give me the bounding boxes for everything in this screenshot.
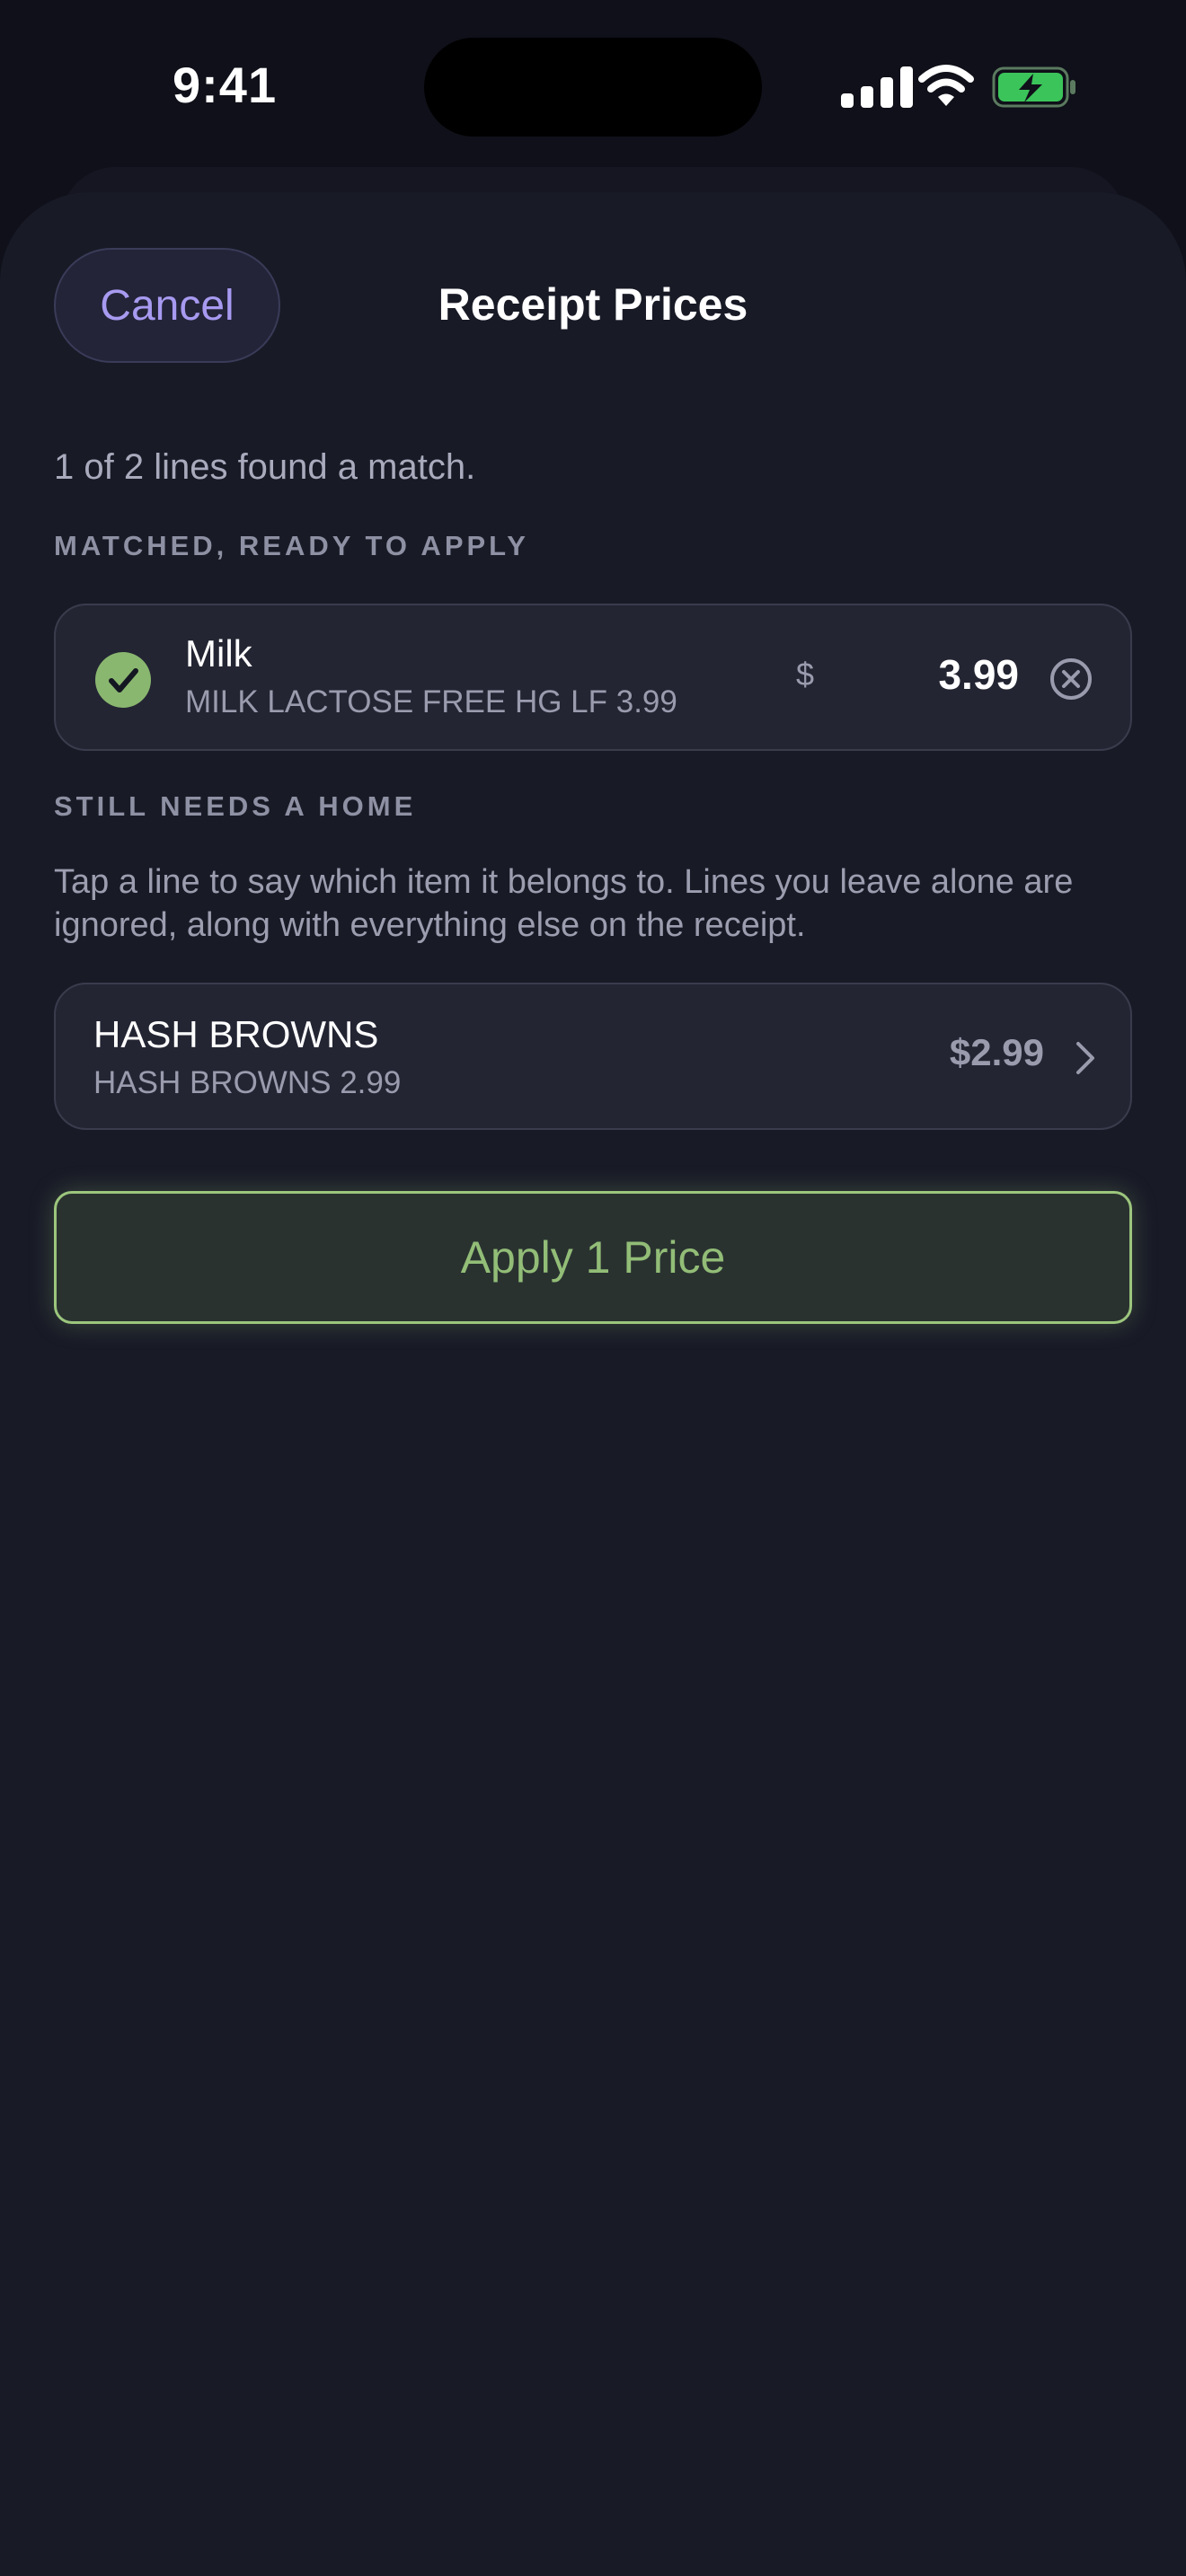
apply-price-button[interactable]: Apply 1 Price <box>54 1191 1132 1324</box>
sheet-title: Receipt Prices <box>438 279 748 330</box>
xmark-circle-icon[interactable] <box>1048 656 1094 702</box>
unmatched-help-text: Tap a line to say which item it belongs … <box>54 863 1074 944</box>
unmatched-item-price: $2.99 <box>949 1031 1044 1073</box>
matched-section-header: MATCHED, READY TO APPLY <box>54 530 529 561</box>
matched-item-row[interactable]: Milk MILK LACTOSE FREE HG LF 3.99 $ 3.99 <box>54 604 1132 751</box>
unmatched-item-row[interactable]: HASH BROWNS HASH BROWNS 2.99 $2.99 <box>54 983 1132 1130</box>
unmatched-item-name: HASH BROWNS <box>93 1013 379 1055</box>
matched-price-field[interactable]: 3.99 <box>938 650 1019 699</box>
status-time: 9:41 <box>173 57 278 113</box>
unmatched-receipt-line: HASH BROWNS 2.99 <box>93 1065 402 1100</box>
chevron-right-icon <box>1076 1042 1094 1074</box>
receipt-prices-sheet: Cancel Receipt Prices 1 of 2 lines found… <box>0 192 1186 2576</box>
checkmark-circle-icon <box>95 652 151 708</box>
match-summary: 1 of 2 lines found a match. <box>54 447 476 487</box>
matched-receipt-line: MILK LACTOSE FREE HG LF 3.99 <box>185 684 677 719</box>
unmatched-section-header: STILL NEEDS A HOME <box>54 790 417 822</box>
matched-item-name: Milk <box>185 632 252 675</box>
dynamic-island <box>424 38 762 137</box>
currency-symbol: $ <box>796 656 815 693</box>
status-bar: 9:41 <box>0 0 1186 171</box>
battery-charging-icon <box>992 66 1075 108</box>
cellular-signal-icon <box>841 66 916 108</box>
wifi-icon <box>918 65 974 106</box>
